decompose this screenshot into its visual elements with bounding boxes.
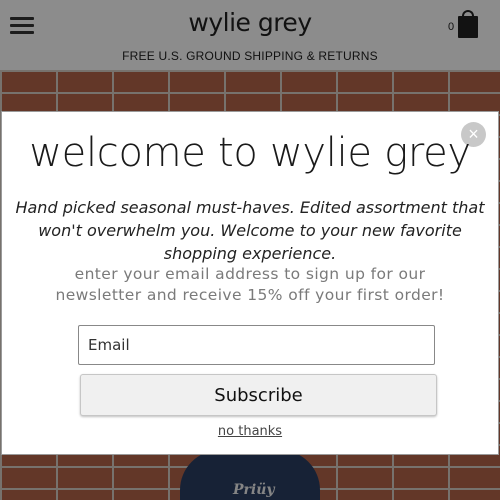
modal-tagline: Hand picked seasonal must-haves. Edited … <box>15 198 485 263</box>
subscribe-button[interactable]: Subscribe <box>80 374 437 416</box>
no-thanks-link[interactable]: no thanks <box>2 424 498 439</box>
newsletter-modal: × welcome to wylie grey Hand picked seas… <box>1 111 499 455</box>
email-input[interactable] <box>78 325 435 365</box>
modal-offer-text: enter your email address to sign up for … <box>55 265 445 304</box>
modal-title: welcome to wylie grey <box>29 130 471 176</box>
